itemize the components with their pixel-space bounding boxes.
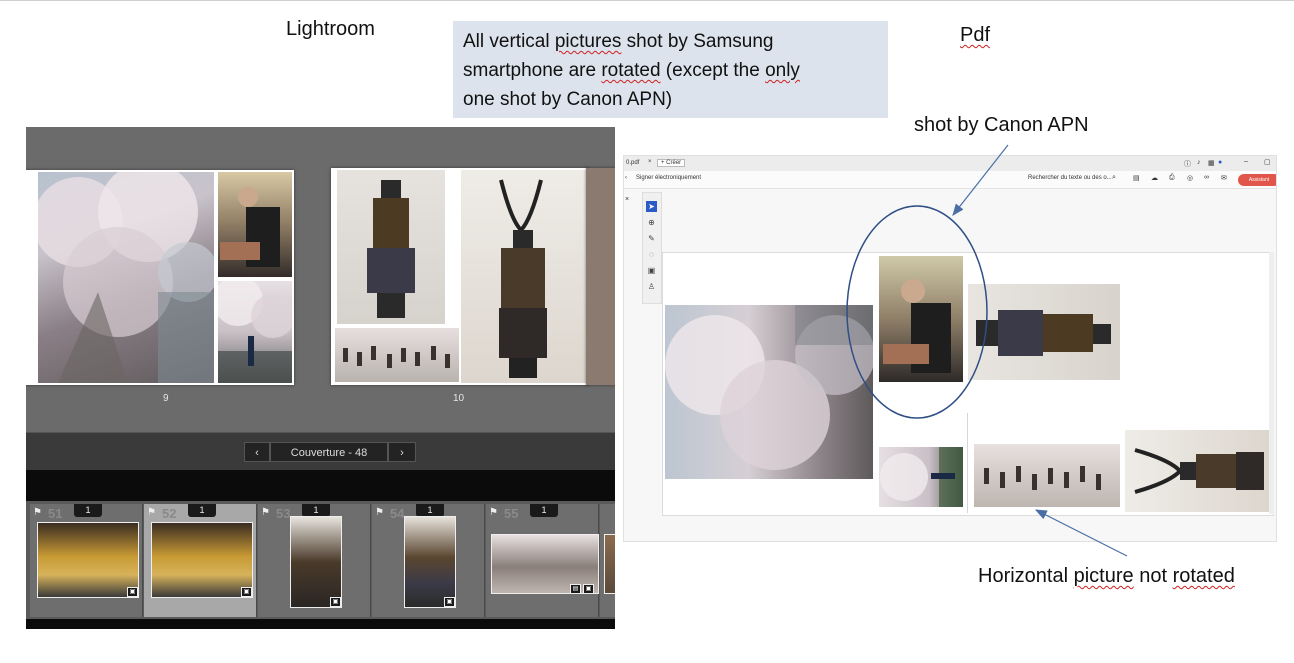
- canon-arrow: [952, 144, 1009, 216]
- annotation-overlay: [846, 144, 1128, 557]
- slide-top-border: [0, 0, 1294, 1]
- canon-photo-highlight-ellipse: [846, 205, 988, 419]
- horizontal-arrow: [1034, 509, 1128, 557]
